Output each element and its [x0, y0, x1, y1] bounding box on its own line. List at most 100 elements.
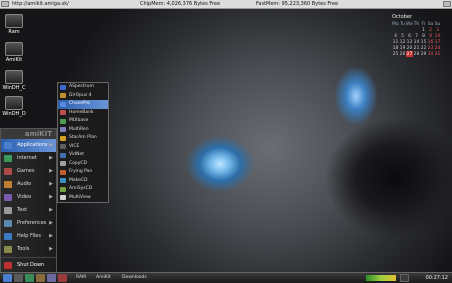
submenu-item-label: VidNet — [69, 152, 84, 157]
menu-item-label: Preferences — [17, 220, 47, 226]
menu-item-label: Internet — [17, 155, 37, 161]
menu-item-label: Text — [17, 207, 28, 213]
submenu-item-vidnet[interactable]: VidNet — [58, 151, 108, 160]
calendar-day[interactable]: 19 — [399, 45, 406, 51]
menu-item-applications[interactable]: Applications ▶ — [1, 139, 56, 152]
app-icon — [60, 84, 66, 90]
calendar-day-header: Mo — [392, 21, 399, 27]
calendar-day[interactable]: 26 — [399, 51, 406, 57]
calendar-day[interactable]: 15 — [420, 39, 427, 45]
calendar-day[interactable]: 30 — [427, 51, 434, 57]
calendar-day[interactable]: 24 — [434, 45, 441, 51]
tray-icon[interactable] — [400, 274, 409, 282]
gamepad-icon — [4, 168, 12, 175]
submenu-item-makecd[interactable]: MakeCD — [58, 177, 108, 186]
calendar-day[interactable]: 22 — [420, 45, 427, 51]
menu-item-label: Video — [17, 194, 32, 200]
speaker-icon — [4, 181, 12, 188]
desktop-icon-amikit[interactable]: AmiKit — [0, 42, 34, 63]
submenu-item-frying-pan[interactable]: Frying Pan — [58, 168, 108, 177]
quicklaunch-shell-icon[interactable] — [14, 274, 23, 282]
chevron-right-icon: ▶ — [49, 181, 53, 187]
calendar-day[interactable]: 29 — [420, 51, 427, 57]
calendar-day[interactable]: 13 — [406, 39, 413, 45]
calendar-month: October — [392, 14, 413, 20]
desktop-icon-windh-c[interactable]: WinDH_C — [0, 70, 34, 91]
calendar-day[interactable]: 17 — [434, 39, 441, 45]
quicklaunch-player-icon[interactable] — [58, 274, 67, 282]
calendar-day[interactable]: 25 — [392, 51, 399, 57]
calendar-day[interactable]: 23 — [427, 45, 434, 51]
app-icon — [60, 195, 66, 200]
submenu-item-amisyscd[interactable]: AmiSysCD — [58, 185, 108, 194]
calendar-day[interactable]: 20 — [406, 45, 413, 51]
calendar-day[interactable]: 27 — [406, 51, 413, 57]
app-icon — [60, 118, 66, 124]
calendar-day[interactable]: 18 — [392, 45, 399, 51]
shutdown-label: Shut Down — [17, 262, 45, 268]
submenu-item-label: ChasePro — [69, 101, 91, 106]
submenu-item-chasepro[interactable]: ChasePro — [58, 100, 108, 109]
submenu-item-multiview[interactable]: MultiView — [58, 194, 108, 203]
menu-item-text[interactable]: Text ▶ — [1, 204, 56, 217]
menu-item-games[interactable]: Games ▶ — [1, 165, 56, 178]
taskbar-item-downloads[interactable]: Downloads — [122, 274, 147, 282]
calendar-day[interactable]: 28 — [413, 51, 420, 57]
submenu-item-multiren[interactable]: MultiRen — [58, 126, 108, 135]
chevron-right-icon: ▶ — [49, 194, 53, 200]
submenu-item-label: HomeBank — [69, 109, 94, 115]
submenu-item-label: MakeCD — [69, 177, 88, 183]
shutdown-button[interactable]: Shut Down — [1, 259, 56, 272]
quicklaunch-browser-icon[interactable] — [25, 274, 34, 282]
calendar-day[interactable]: 31 — [434, 51, 441, 57]
menu-item-preferences[interactable]: Preferences ▶ — [1, 217, 56, 230]
calendar-day[interactable]: 12 — [399, 39, 406, 45]
taskbar-item-ram[interactable]: RAM — [76, 274, 86, 282]
submenu-item-staram-plan[interactable]: StarAm Plan — [58, 134, 108, 143]
menu-item-internet[interactable]: Internet ▶ — [1, 152, 56, 165]
submenu-item-copycd[interactable]: CopyCD — [58, 160, 108, 169]
menu-item-audio[interactable]: Audio ▶ — [1, 178, 56, 191]
chevron-right-icon: ▶ — [49, 155, 53, 161]
app-icon — [60, 152, 66, 158]
calendar-day[interactable]: 11 — [392, 39, 399, 45]
submenu-item-vice[interactable]: VICE — [58, 143, 108, 152]
desktop-icon-label: AmiKit — [5, 57, 23, 63]
submenu-item-aspectrum[interactable]: ASpectrum — [58, 83, 108, 92]
submenu-item-label: StarAm Plan — [69, 135, 97, 140]
submenu-item-label: ASpectrum — [69, 84, 94, 89]
quicklaunch-files-icon[interactable] — [36, 274, 45, 282]
depth-gadget-icon[interactable] — [1, 1, 9, 7]
calendar-day[interactable]: 10 — [434, 33, 441, 39]
title-url: http://amikit.amiga.sk/ — [12, 1, 69, 7]
applications-submenu: ASpectrum DirOpus 4 ChasePro HomeBank MUIbas… — [57, 82, 109, 203]
desktop-icon-label: WinDH_C — [2, 85, 26, 91]
app-icon — [60, 135, 66, 141]
desktop-icon-label: Ram — [8, 29, 20, 35]
menu-item-help-files[interactable]: Help Files ▶ — [1, 230, 56, 243]
screen-depth-icon[interactable] — [443, 1, 451, 7]
tools-icon — [4, 246, 12, 253]
menu-item-tools[interactable]: Tools ▶ — [1, 243, 56, 256]
menu-item-label: Audio — [17, 181, 32, 187]
start-button-icon[interactable] — [3, 274, 12, 282]
submenu-item-homebank[interactable]: HomeBank — [58, 109, 108, 118]
calendar-day[interactable]: 14 — [413, 39, 420, 45]
app-icon — [60, 161, 66, 166]
submenu-item-label: CopyCD — [69, 160, 88, 166]
power-icon — [4, 262, 12, 269]
desktop-icon-label: WinDH_D — [2, 111, 26, 117]
submenu-item-diropus-4[interactable]: DirOpus 4 — [58, 92, 108, 101]
drive-icon — [5, 42, 23, 56]
calendar-day[interactable]: 21 — [413, 45, 420, 51]
desktop-icon-windh-d[interactable]: WinDH_D — [0, 96, 34, 117]
chipmem-readout: ChipMem: 4,026,376 Bytes Free — [140, 1, 221, 7]
quicklaunch-prefs-icon[interactable] — [47, 274, 56, 282]
desktop-icon-ram[interactable]: Ram — [0, 14, 34, 35]
submenu-item-muibase[interactable]: MUIbase — [58, 117, 108, 126]
calendar-day[interactable]: 16 — [427, 39, 434, 45]
menu-item-video[interactable]: Video ▶ — [1, 191, 56, 204]
taskbar: RAM AmiKit Downloads 00:27:12 — [0, 272, 452, 283]
app-icon — [60, 93, 66, 98]
taskbar-item-amikit[interactable]: AmiKit — [96, 274, 111, 282]
